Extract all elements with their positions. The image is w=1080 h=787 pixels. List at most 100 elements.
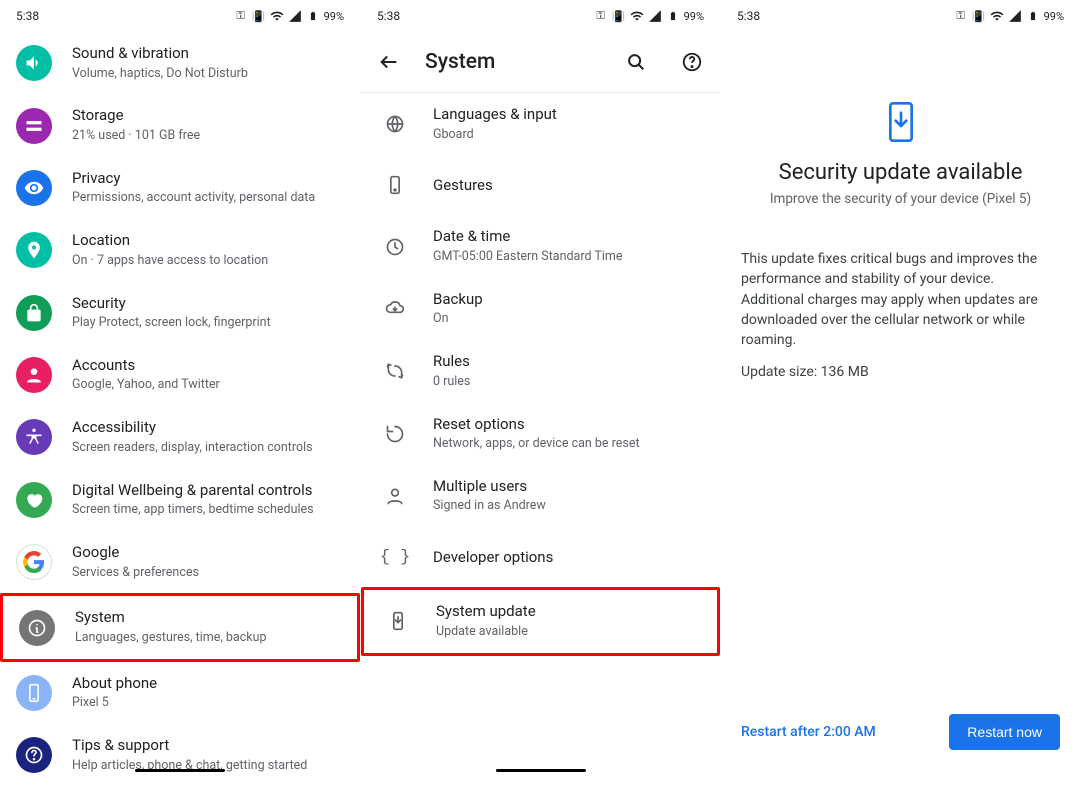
battery-percent: 99% (324, 10, 344, 23)
vibrate-icon: 📳 (252, 9, 266, 23)
settings-row-about-phone[interactable]: About phone Pixel 5 (0, 662, 360, 724)
google-icon (16, 544, 52, 580)
row-text: Accessibility Screen readers, display, i… (72, 418, 344, 456)
system-row-system-update[interactable]: System update Update available (361, 587, 720, 655)
back-button[interactable] (377, 50, 401, 74)
row-title: Gestures (433, 176, 704, 196)
update-content: Security update available Improve the se… (721, 32, 1080, 380)
restart-after-link[interactable]: Restart after 2:00 AM (741, 724, 876, 740)
row-subtitle: Screen time, app timers, bedtime schedul… (72, 502, 344, 519)
row-title: Multiple users (433, 477, 704, 497)
row-text: Date & time GMT-05:00 Eastern Standard T… (433, 227, 704, 265)
row-title: System update (436, 602, 701, 622)
wifi-icon (990, 9, 1004, 23)
system-row-backup[interactable]: Backup On (361, 278, 720, 340)
settings-row-location[interactable]: Location On · 7 apps have access to loca… (0, 219, 360, 281)
settings-row-security[interactable]: Security Play Protect, screen lock, fing… (0, 282, 360, 344)
update-screen: 5:38 ⚿ 📳 99% Security update available I… (720, 0, 1080, 778)
signal-icon (1008, 9, 1022, 23)
row-text: Multiple users Signed in as Andrew (433, 477, 704, 515)
settings-row-tips-support[interactable]: Tips & support Help articles, phone & ch… (0, 724, 360, 786)
storage-icon (16, 108, 52, 144)
battery-icon (1026, 9, 1040, 23)
settings-main-screen: 5:38 ⚿ 📳 99% Sound & vibration Volume, h… (0, 0, 360, 778)
system-row-rules[interactable]: Rules 0 rules (361, 340, 720, 402)
settings-row-system[interactable]: System Languages, gestures, time, backup (0, 593, 360, 661)
key-icon: ⚿ (234, 9, 248, 23)
signal-icon (288, 9, 302, 23)
row-text: Google Services & preferences (72, 543, 344, 581)
update-body: This update fixes critical bugs and impr… (741, 249, 1060, 350)
row-subtitle: Screen readers, display, interaction con… (72, 440, 344, 457)
row-text: System update Update available (436, 602, 701, 640)
update-subtitle: Improve the security of your device (Pix… (741, 191, 1060, 207)
system-row-gestures[interactable]: Gestures (361, 155, 720, 215)
row-subtitle: Update available (436, 624, 701, 641)
nav-pill[interactable] (496, 769, 586, 772)
row-subtitle: Volume, haptics, Do Not Disturb (72, 66, 344, 83)
wifi-icon (630, 9, 644, 23)
status-icons: ⚿ 📳 99% (594, 9, 704, 23)
restart-now-button[interactable]: Restart now (949, 714, 1060, 750)
phone-icon (16, 675, 52, 711)
row-title: Accounts (72, 356, 344, 376)
update-icon (380, 603, 416, 639)
wifi-icon (270, 9, 284, 23)
key-icon: ⚿ (954, 9, 968, 23)
settings-row-google[interactable]: Google Services & preferences (0, 531, 360, 593)
row-title: Tips & support (72, 736, 344, 756)
system-row-reset-options[interactable]: Reset options Network, apps, or device c… (361, 403, 720, 465)
row-text: Backup On (433, 290, 704, 328)
settings-row-sound-vibration[interactable]: Sound & vibration Volume, haptics, Do No… (0, 32, 360, 94)
status-time: 5:38 (737, 9, 760, 23)
help-button[interactable] (680, 50, 704, 74)
settings-row-digital-wellbeing-parental-controls[interactable]: Digital Wellbeing & parental controls Sc… (0, 469, 360, 531)
row-subtitle: Gboard (433, 127, 704, 144)
row-text: Privacy Permissions, account activity, p… (72, 169, 344, 207)
system-row-languages-input[interactable]: Languages & input Gboard (361, 93, 720, 155)
update-hero-icon (741, 32, 1060, 142)
settings-list[interactable]: Sound & vibration Volume, haptics, Do No… (0, 32, 360, 787)
row-title: Developer options (433, 548, 704, 568)
status-time: 5:38 (377, 9, 400, 23)
system-row-date-time[interactable]: Date & time GMT-05:00 Eastern Standard T… (361, 215, 720, 277)
battery-percent: 99% (684, 10, 704, 23)
row-title: Rules (433, 352, 704, 372)
row-subtitle: On · 7 apps have access to location (72, 253, 344, 270)
nav-pill[interactable] (135, 769, 225, 772)
status-bar: 5:38 ⚿ 📳 99% (721, 0, 1080, 32)
system-row-developer-options[interactable]: { } Developer options (361, 527, 720, 587)
battery-percent: 99% (1044, 10, 1064, 23)
globe-icon (377, 106, 413, 142)
settings-row-accessibility[interactable]: Accessibility Screen readers, display, i… (0, 406, 360, 468)
wellbeing-icon (16, 482, 52, 518)
key-icon: ⚿ (594, 9, 608, 23)
settings-row-accounts[interactable]: Accounts Google, Yahoo, and Twitter (0, 344, 360, 406)
row-title: Digital Wellbeing & parental controls (72, 481, 344, 501)
row-subtitle: Permissions, account activity, personal … (72, 190, 344, 207)
rules-icon (377, 353, 413, 389)
row-subtitle: Pixel 5 (72, 695, 344, 712)
signal-icon (648, 9, 662, 23)
braces-icon: { } (377, 539, 413, 575)
row-title: Sound & vibration (72, 44, 344, 64)
row-text: Developer options (433, 548, 704, 568)
battery-icon (666, 9, 680, 23)
vibrate-icon: 📳 (972, 9, 986, 23)
search-button[interactable] (624, 50, 648, 74)
volume-icon (16, 45, 52, 81)
status-icons: ⚿ 📳 99% (954, 9, 1064, 23)
settings-row-storage[interactable]: Storage 21% used · 101 GB free (0, 94, 360, 156)
system-list[interactable]: Languages & input Gboard Gestures Date &… (361, 93, 720, 656)
system-title: System (425, 50, 600, 74)
row-text: System Languages, gestures, time, backup (75, 608, 341, 646)
system-row-multiple-users[interactable]: Multiple users Signed in as Andrew (361, 465, 720, 527)
settings-row-privacy[interactable]: Privacy Permissions, account activity, p… (0, 157, 360, 219)
row-title: System (75, 608, 341, 628)
row-subtitle: 0 rules (433, 374, 704, 391)
row-title: About phone (72, 674, 344, 694)
row-subtitle: Network, apps, or device can be reset (433, 436, 704, 453)
row-text: Gestures (433, 176, 704, 196)
status-time: 5:38 (16, 9, 39, 23)
row-title: Reset options (433, 415, 704, 435)
